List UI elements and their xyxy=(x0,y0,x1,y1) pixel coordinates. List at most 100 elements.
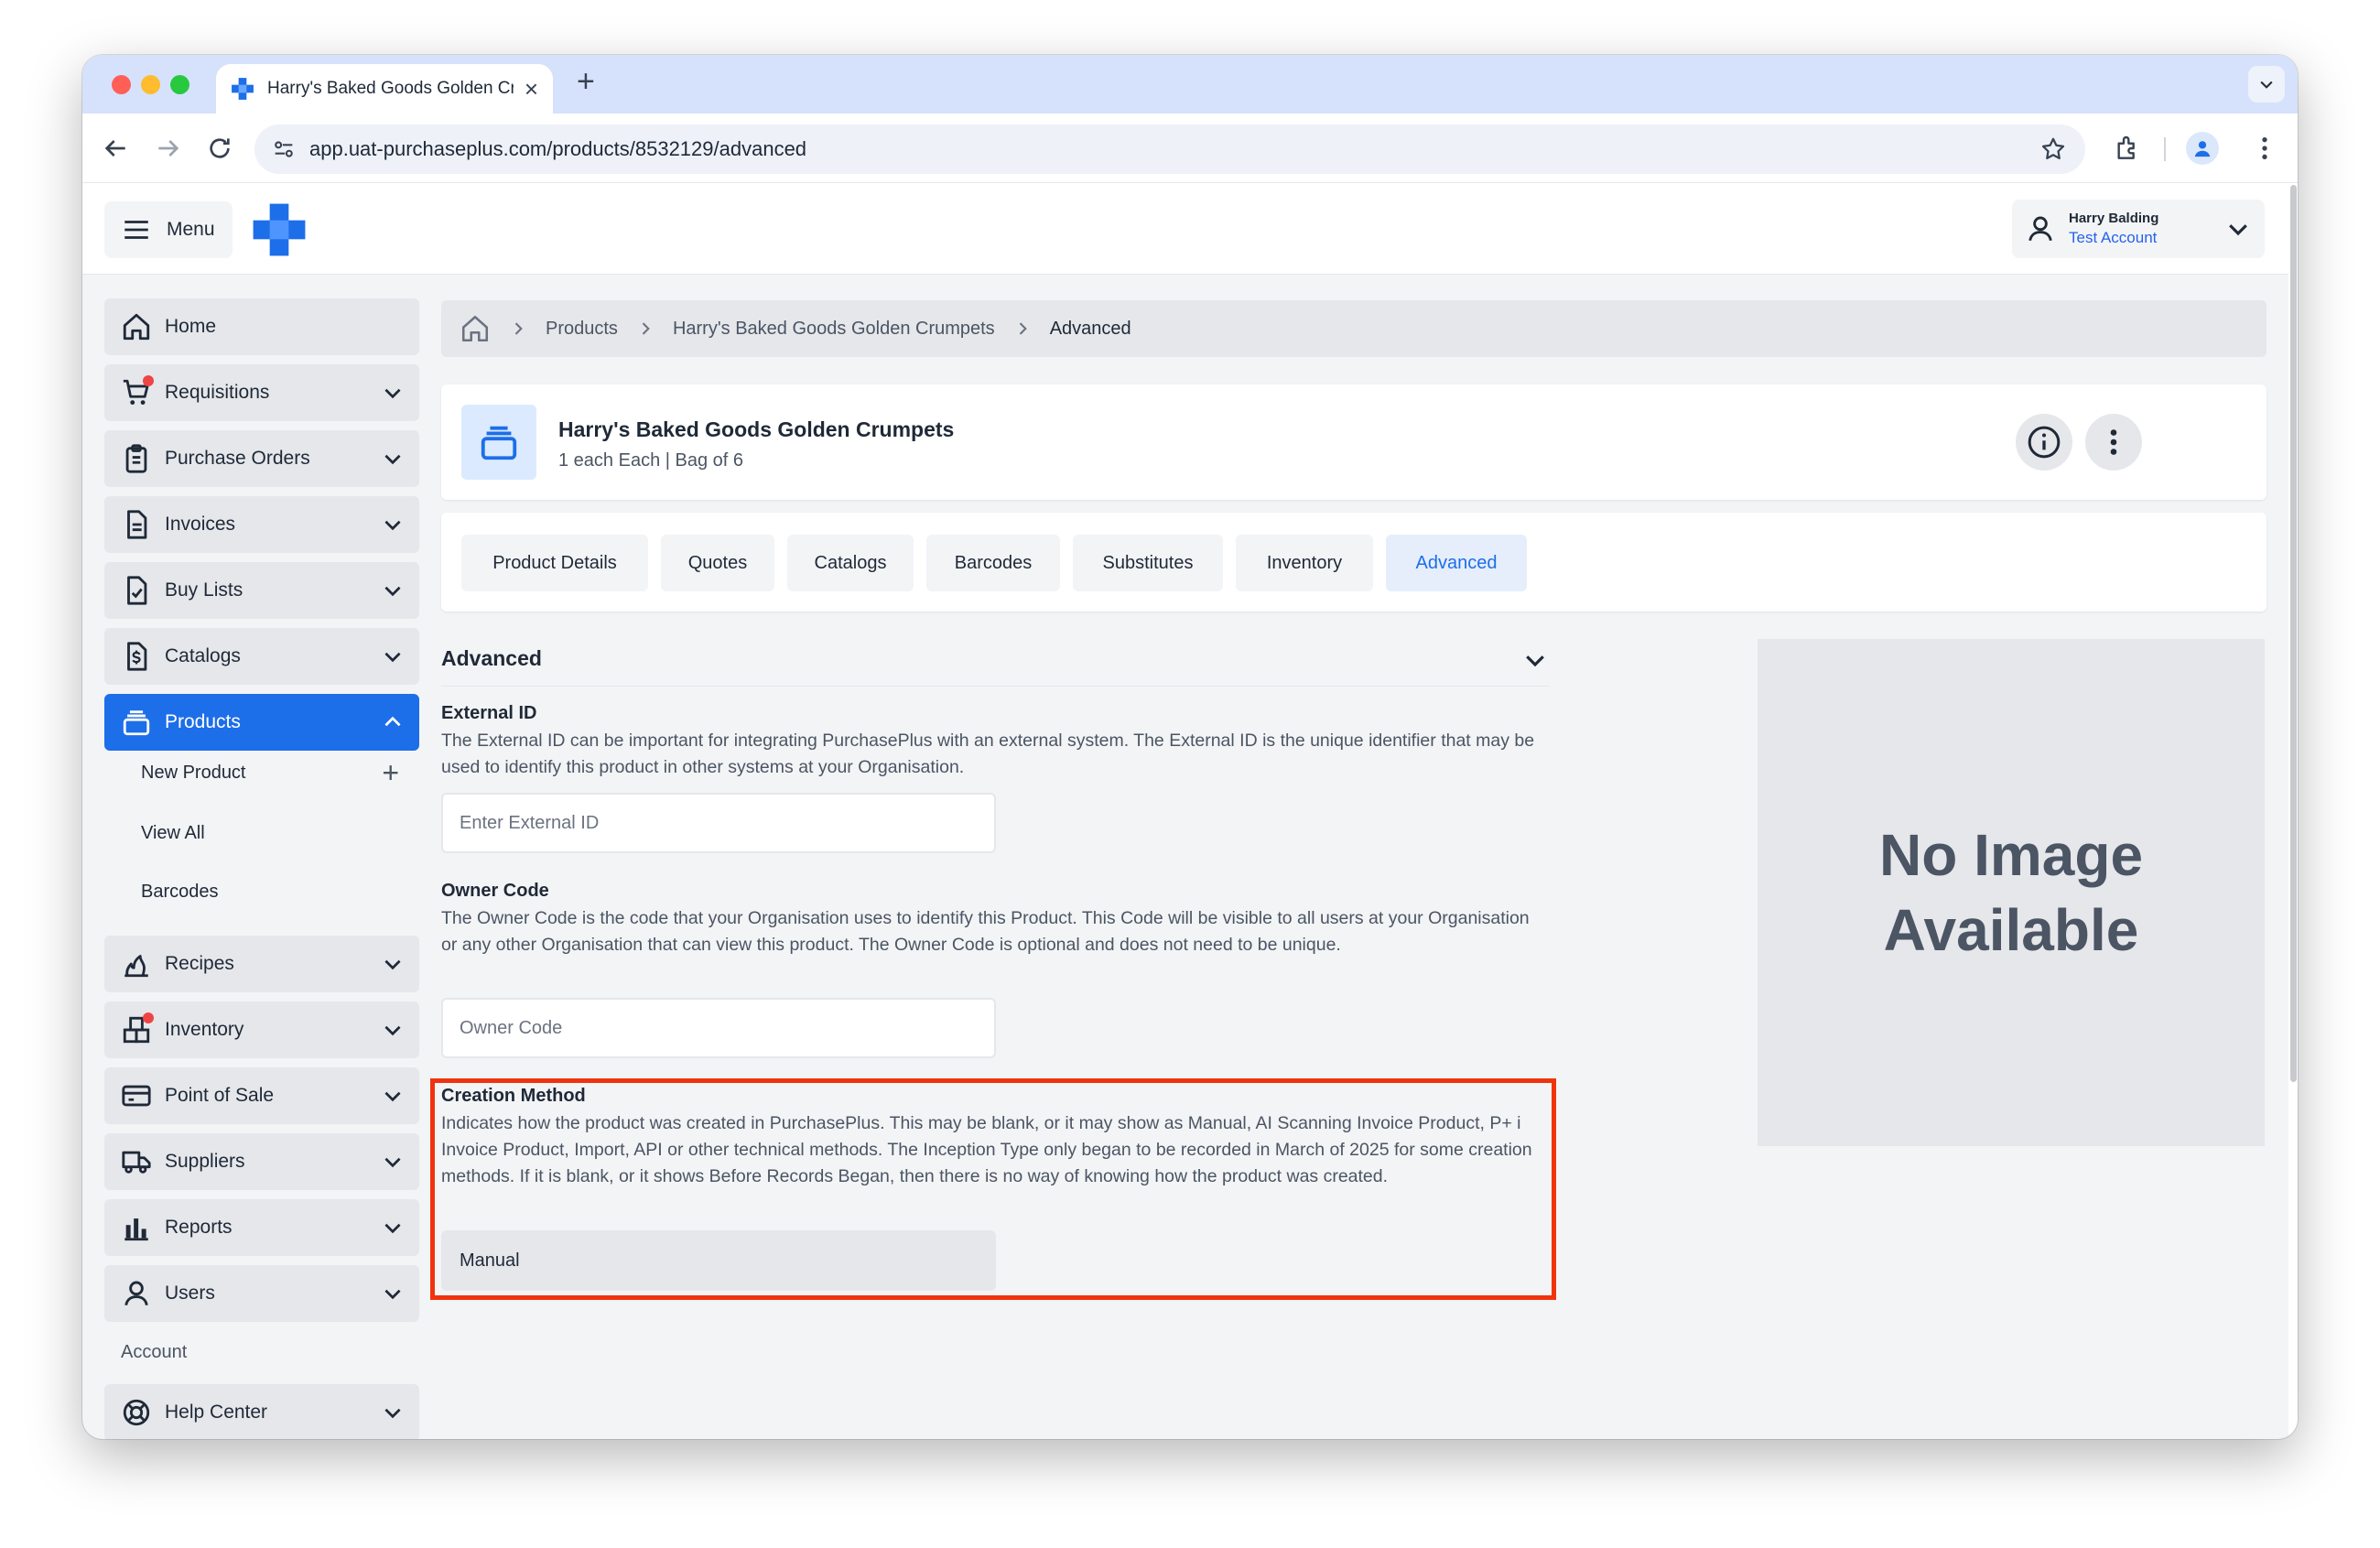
bookmark-star-icon[interactable] xyxy=(2039,135,2067,163)
chevron-down-icon xyxy=(384,388,401,399)
owner-code-field: Owner Code The Owner Code is the code th… xyxy=(441,881,1549,958)
chevron-down-icon xyxy=(384,1223,401,1234)
tab-quotes[interactable]: Quotes xyxy=(661,535,774,591)
sidebar-item-label: Buy Lists xyxy=(165,579,243,601)
sidebar-subitem-view-all[interactable]: View All xyxy=(141,815,406,851)
external-id-field: External ID The External ID can be impor… xyxy=(441,703,1549,781)
sidebar-item-label: Catalogs xyxy=(165,645,241,666)
sidebar-item-point-of-sale[interactable]: Point of Sale xyxy=(104,1067,419,1124)
url-bar[interactable]: app.uat-purchaseplus.com/products/853212… xyxy=(254,124,2085,174)
lifebuoy-icon xyxy=(123,1399,150,1426)
cart-icon xyxy=(121,375,154,408)
advanced-section-header[interactable]: Advanced xyxy=(441,635,1549,687)
breadcrumb: Products Harry's Baked Goods Golden Crum… xyxy=(441,300,2266,357)
user-account-name: Test Account xyxy=(2069,229,2158,246)
info-icon xyxy=(2028,426,2061,459)
sidebar-item-label: Inventory xyxy=(165,1019,244,1040)
page-scrollbar-thumb[interactable] xyxy=(2290,185,2297,1082)
maximize-window-button[interactable] xyxy=(170,75,189,94)
chevron-down-icon xyxy=(384,454,401,465)
tab-barcodes[interactable]: Barcodes xyxy=(926,535,1060,591)
sidebar-item-label: Reports xyxy=(165,1217,233,1238)
site-settings-icon[interactable] xyxy=(271,136,297,162)
sidebar-item-users[interactable]: Users xyxy=(104,1265,419,1322)
sidebar-item-label: Home xyxy=(165,316,217,337)
user-account-button[interactable]: Harry Balding Test Account xyxy=(2012,200,2265,258)
sidebar-item-home[interactable]: Home xyxy=(104,298,419,355)
external-id-input[interactable] xyxy=(441,793,996,853)
product-thumbnail xyxy=(461,405,536,480)
product-image-placeholder: No Image Available xyxy=(1758,639,2265,1146)
tab-substitutes[interactable]: Substitutes xyxy=(1073,535,1223,591)
external-id-description: The External ID can be important for int… xyxy=(441,731,1535,777)
breadcrumb-products[interactable]: Products xyxy=(546,319,618,340)
close-tab-icon[interactable]: × xyxy=(525,77,538,101)
sidebar-item-label: Products xyxy=(165,711,241,732)
sidebar-item-recipes[interactable]: Recipes xyxy=(104,936,419,992)
favicon-icon xyxy=(232,78,254,100)
sidebar-subitem-barcodes[interactable]: Barcodes xyxy=(141,873,406,910)
extensions-icon[interactable] xyxy=(2113,134,2142,163)
tab-search-button[interactable] xyxy=(2248,66,2285,103)
close-window-button[interactable] xyxy=(112,75,131,94)
product-unit: 1 each Each | Bag of 6 xyxy=(558,450,744,471)
reload-icon[interactable] xyxy=(205,134,234,163)
sidebar-item-label: Requisitions xyxy=(165,382,270,403)
menu-button[interactable]: Menu xyxy=(104,201,233,258)
product-header-card: Harry's Baked Goods Golden Crumpets 1 ea… xyxy=(441,384,2266,500)
product-name: Harry's Baked Goods Golden Crumpets xyxy=(558,417,955,441)
forward-icon[interactable] xyxy=(154,134,183,163)
tab-inventory[interactable]: Inventory xyxy=(1236,535,1373,591)
chevron-down-icon xyxy=(384,1157,401,1168)
chevron-down-icon xyxy=(2260,81,2273,89)
sidebar-item-products[interactable]: Products xyxy=(104,694,419,751)
user-icon xyxy=(2028,216,2052,242)
sidebar-item-label: Suppliers xyxy=(165,1151,245,1172)
back-icon[interactable] xyxy=(101,134,130,163)
browser-tab-title: Harry's Baked Goods Golden Crumpets xyxy=(267,79,514,98)
clipboard-icon xyxy=(125,444,147,473)
account-heading: Account xyxy=(121,1342,188,1362)
url-text: app.uat-purchaseplus.com/products/853212… xyxy=(309,137,807,160)
sidebar-item-label: Recipes xyxy=(165,953,234,974)
chevron-down-icon xyxy=(384,1289,401,1300)
product-info-button[interactable] xyxy=(2016,414,2072,471)
sidebar-item-reports[interactable]: Reports xyxy=(104,1199,419,1256)
products-icon xyxy=(123,710,150,736)
bar-chart-icon xyxy=(124,1218,148,1241)
sidebar-item-buy-lists[interactable]: Buy Lists xyxy=(104,562,419,619)
menu-label: Menu xyxy=(167,219,215,240)
owner-code-input[interactable] xyxy=(441,998,996,1058)
chevron-right-icon xyxy=(1019,322,1027,335)
tab-product-details[interactable]: Product Details xyxy=(461,535,648,591)
breadcrumb-current: Advanced xyxy=(1049,318,1131,339)
sidebar-item-suppliers[interactable]: Suppliers xyxy=(104,1133,419,1190)
tab-advanced[interactable]: Advanced xyxy=(1386,535,1527,591)
home-icon[interactable] xyxy=(460,313,491,344)
plus-icon[interactable]: + xyxy=(382,758,399,787)
product-more-options-button[interactable] xyxy=(2085,414,2142,471)
app-header: Menu Harry Balding Test Account xyxy=(82,183,2288,275)
minimize-window-button[interactable] xyxy=(141,75,160,94)
sidebar-item-purchase-orders[interactable]: Purchase Orders xyxy=(104,430,419,487)
toolbar-divider xyxy=(2164,137,2166,161)
chevron-right-icon xyxy=(642,322,650,335)
browser-profile-button[interactable] xyxy=(2186,132,2219,165)
browser-tab[interactable]: Harry's Baked Goods Golden Crumpets × xyxy=(216,64,553,114)
sidebar-subitem-new-product[interactable]: New Product + xyxy=(141,754,406,791)
chevron-down-icon[interactable] xyxy=(1521,646,1549,674)
browser-menu-icon[interactable] xyxy=(2250,134,2279,163)
sidebar-item-invoices[interactable]: Invoices xyxy=(104,496,419,553)
sidebar-item-inventory[interactable]: Inventory xyxy=(104,1001,419,1058)
breadcrumb-product-name[interactable]: Harry's Baked Goods Golden Crumpets xyxy=(673,319,995,340)
purchaseplus-logo[interactable] xyxy=(251,201,308,258)
user-icon xyxy=(124,1281,148,1306)
sidebar-item-catalogs[interactable]: Catalogs xyxy=(104,628,419,685)
sidebar-item-help-center[interactable]: Help Center xyxy=(104,1384,419,1439)
sidebar-item-requisitions[interactable]: Requisitions xyxy=(104,364,419,421)
home-icon xyxy=(123,313,150,341)
tab-catalogs[interactable]: Catalogs xyxy=(787,535,914,591)
sidebar-item-label: Purchase Orders xyxy=(165,448,310,469)
new-tab-button[interactable]: + xyxy=(577,66,595,97)
sidebar-item-label: Help Center xyxy=(165,1402,268,1423)
